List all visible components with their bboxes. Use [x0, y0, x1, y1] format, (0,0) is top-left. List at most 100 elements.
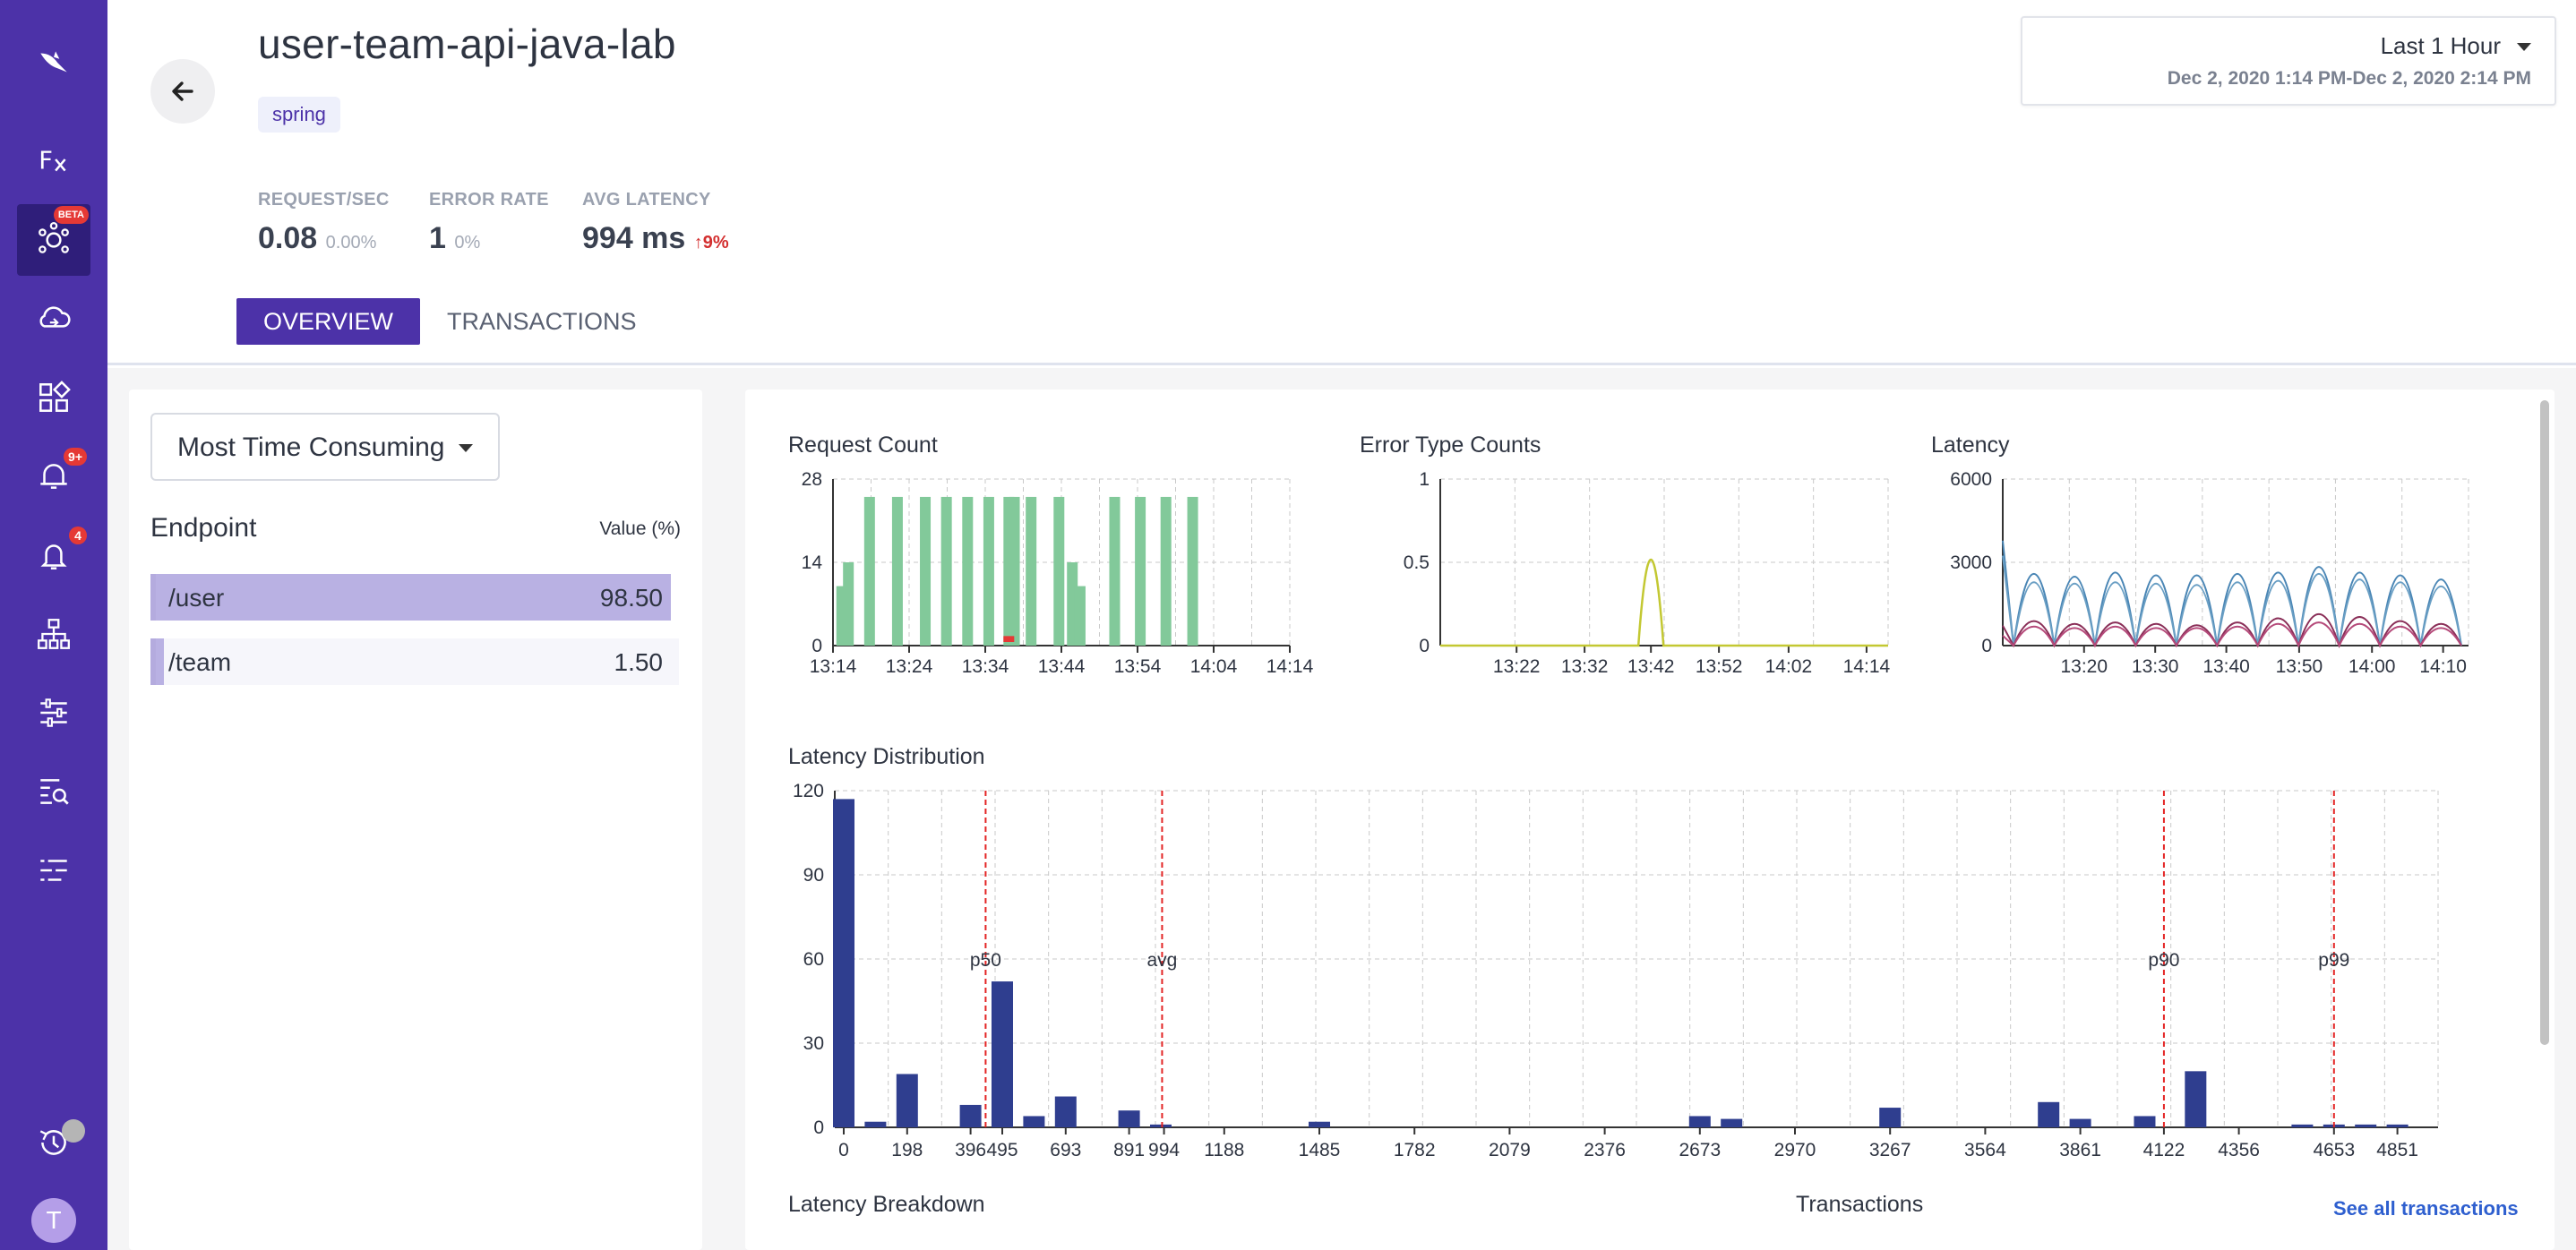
x-tick-label: 3267 [1869, 1140, 1911, 1160]
x-tick-label: 13:34 [962, 656, 1009, 677]
x-tick-label: 891 [1113, 1140, 1145, 1160]
sidebar: F BETA 9+ 4 T [0, 0, 107, 1250]
request-bar [920, 496, 932, 646]
metric-label: ERROR RATE [429, 190, 549, 210]
latency-bin-bar [1118, 1110, 1140, 1127]
x-tick-label: 13:54 [1114, 656, 1162, 677]
request-bar [1009, 496, 1020, 646]
date-range-picker[interactable]: Last 1 Hour Dec 2, 2020 1:14 PM-Dec 2, 2… [2021, 16, 2556, 106]
x-tick-label: 994 [1148, 1140, 1180, 1160]
search-list-icon[interactable] [17, 756, 90, 827]
y-tick-label: 30 [803, 1033, 824, 1054]
request-bar [1135, 496, 1146, 646]
latency-distribution-chart: 0 30 60 90 120 0 198 396 495 693 891 994 1188 1485 178… [793, 781, 2439, 1160]
history-icon[interactable] [17, 1107, 90, 1178]
x-tick-label: 2079 [1489, 1140, 1531, 1160]
transactions-title: Transactions [1796, 1192, 1924, 1217]
x-tick-label: 4851 [2376, 1140, 2418, 1160]
request-bar [843, 562, 854, 646]
scrollbar[interactable] [2540, 400, 2549, 1045]
cloud-icon[interactable] [17, 283, 90, 355]
service-map-icon[interactable]: BETA [17, 204, 90, 276]
tab-transactions[interactable]: TRANSACTIONS [420, 298, 664, 345]
y-tick-label: 14 [802, 552, 823, 573]
function-icon[interactable]: F [17, 124, 90, 195]
x-tick-label: 4356 [2218, 1140, 2260, 1160]
alert-count-badge: 9+ [64, 448, 87, 466]
metric-label: REQUEST/SEC [258, 190, 390, 210]
endpoint-row[interactable]: /team 1.50 [150, 638, 679, 685]
latency-bin-bar [864, 1121, 887, 1127]
filter-icon[interactable] [17, 677, 90, 749]
endpoint-row[interactable]: /user 98.50 [150, 574, 679, 621]
endpoint-column-header: Endpoint [150, 513, 257, 543]
x-tick-label: 13:52 [1696, 656, 1743, 677]
percentile-marker-label: p90 [2148, 950, 2179, 971]
x-tick-label: 14:14 [1843, 656, 1891, 677]
y-tick-label: 90 [803, 865, 824, 886]
see-all-transactions-link[interactable]: See all transactions [2333, 1197, 2519, 1220]
main-area: user-team-api-java-lab spring REQUEST/SE… [107, 0, 2576, 1250]
arrow-left-icon [172, 81, 193, 101]
tab-bar: OVERVIEW TRANSACTIONS [236, 298, 664, 345]
y-tick-label: 3000 [1950, 552, 1992, 573]
latency-bin-bar [1721, 1118, 1743, 1127]
percentile-marker-label: p50 [970, 950, 1001, 971]
request-count-chart: 0 14 28 13:14 13:24 13:34 13:44 13:54 14:04 14:14 [802, 469, 1314, 677]
latency-bin-bar [1054, 1096, 1077, 1127]
metric-avg-latency: AVG LATENCY 994 ms ↑9% [582, 190, 729, 256]
x-tick-label: 3564 [1964, 1140, 2006, 1160]
request-bar [1053, 496, 1065, 646]
endpoint-panel: Most Time Consuming Endpoint Value (%) /… [129, 390, 702, 1250]
logo-icon[interactable] [17, 27, 90, 98]
latency-bin-bar [2038, 1101, 2060, 1127]
latency-series-line [2002, 621, 2462, 648]
alert-icon[interactable]: 9+ [17, 441, 90, 512]
y-tick-label: 0 [1419, 636, 1430, 656]
metric-change: 9% [702, 233, 729, 253]
x-tick-label: 693 [1050, 1140, 1081, 1160]
request-bar [891, 496, 903, 646]
metric-value: 994 ms [582, 221, 686, 255]
beta-badge: BETA [53, 206, 89, 224]
latency-bin-bar [1879, 1108, 1902, 1127]
latency-bin-bar [2291, 1124, 2314, 1127]
chevron-down-icon [459, 444, 473, 452]
latency-distribution-title: Latency Distribution [788, 744, 985, 769]
x-tick-label: 1485 [1299, 1140, 1341, 1160]
sort-select[interactable]: Most Time Consuming [150, 413, 500, 481]
x-tick-label: 13:20 [2060, 656, 2108, 677]
percentile-marker-label: avg [1147, 950, 1178, 971]
y-tick-label: 6000 [1950, 469, 1992, 490]
percentile-marker-label: p99 [2318, 950, 2349, 971]
tab-overview[interactable]: OVERVIEW [236, 298, 421, 345]
latency-bin-bar [833, 799, 854, 1127]
notification-count-badge: 4 [69, 527, 87, 544]
back-button[interactable] [150, 59, 215, 124]
x-tick-label: 13:50 [2276, 656, 2323, 677]
latency-bin-bar [992, 981, 1013, 1127]
grid-icon[interactable] [17, 362, 90, 433]
endpoint-share-bar [156, 574, 672, 621]
request-bar [1160, 496, 1172, 646]
endpoint-value: 98.50 [599, 584, 663, 612]
latency-series-line [2002, 555, 2462, 646]
sort-select-value: Most Time Consuming [177, 432, 445, 462]
latency-bin-bar [1150, 1124, 1172, 1127]
request-bar [1187, 496, 1198, 646]
metric-sub: 0.00% [325, 233, 377, 253]
endpoint-name: /team [168, 648, 232, 676]
x-tick-label: 14:00 [2348, 656, 2396, 677]
request-count-title: Request Count [788, 432, 938, 458]
hierarchy-icon[interactable] [17, 598, 90, 670]
content-area: Most Time Consuming Endpoint Value (%) /… [107, 368, 2576, 1250]
list-icon[interactable] [17, 835, 90, 906]
y-tick-label: 1 [1419, 469, 1430, 490]
avatar[interactable]: T [31, 1198, 76, 1243]
latency-bin-bar [896, 1074, 918, 1127]
x-tick-label: 0 [838, 1140, 849, 1160]
service-header: user-team-api-java-lab spring REQUEST/SE… [107, 0, 2576, 365]
y-tick-label: 120 [793, 781, 824, 801]
bell-icon[interactable]: 4 [17, 519, 90, 591]
y-tick-label: 60 [803, 949, 824, 970]
